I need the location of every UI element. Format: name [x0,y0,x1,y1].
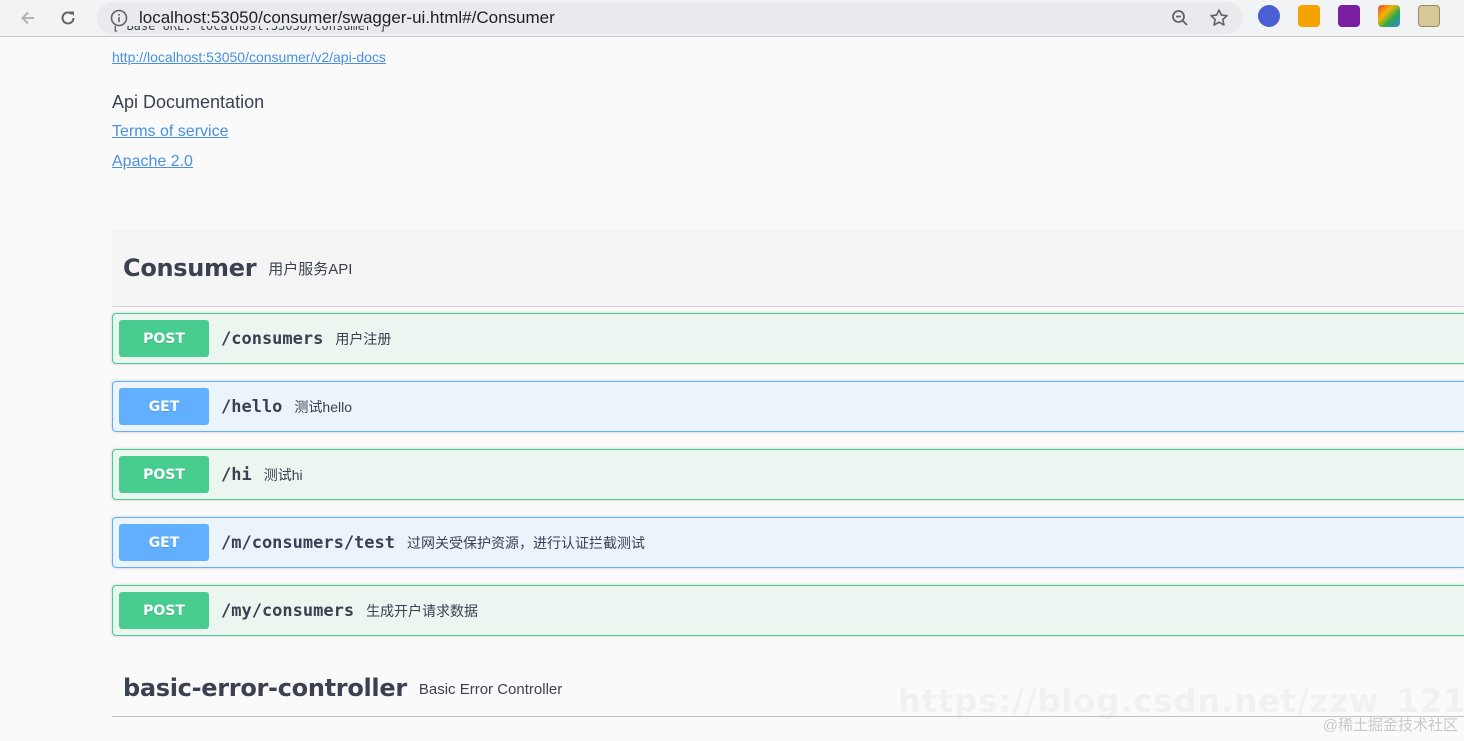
extension-rss-icon[interactable] [1298,5,1320,27]
reload-icon[interactable] [54,4,82,32]
tag-description: Basic Error Controller [418,680,563,698]
operation-summary: 生成开户请求数据 [366,602,479,619]
back-arrow-icon[interactable] [14,4,42,32]
tag-name: basic-error-controller [123,674,407,702]
method-badge: GET [119,388,209,425]
operation-summary: 测试hi [263,466,303,483]
watermark: @稀土掘金技术社区 [1322,717,1458,734]
operation-post-consumers[interactable]: POST /consumers 用户注册 [112,313,1464,364]
method-badge: GET [119,524,209,561]
tag-consumer-header[interactable]: Consumer 用户服务API [112,229,1464,307]
info-icon[interactable] [109,8,129,28]
method-badge: POST [119,456,209,493]
tag-description: 用户服务API [268,261,353,278]
operation-get-m-consumers-test[interactable]: GET /m/consumers/test 过网关受保护资源，进行认证拦截测试 [112,517,1464,568]
operation-post-hi[interactable]: POST /hi 测试hi [112,449,1464,500]
operation-summary: 测试hello [294,398,353,415]
api-description-title: Api Documentation [112,92,265,112]
extension-rp-icon[interactable] [1338,5,1360,27]
extension-check-icon[interactable] [1258,5,1280,27]
operation-path: /hello [221,396,283,417]
terms-of-service-link[interactable]: Terms of service [112,123,228,141]
operation-path: /consumers [221,328,324,349]
license-link[interactable]: Apache 2.0 [112,153,193,171]
extension-colorful-icon[interactable] [1378,5,1400,27]
operation-path: /hi [221,464,252,485]
bookmark-star-icon[interactable] [1208,7,1230,29]
operation-post-my-consumers[interactable]: POST /my/consumers 生成开户请求数据 [112,585,1464,636]
method-badge: POST [119,320,209,357]
operation-get-hello[interactable]: GET /hello 测试hello [112,381,1464,432]
operation-path: /my/consumers [221,600,355,621]
operation-summary: 过网关受保护资源，进行认证拦截测试 [407,534,645,551]
tag-name: Consumer [123,253,257,282]
method-badge: POST [119,592,209,629]
operation-summary: 用户注册 [335,330,392,347]
operation-path: /m/consumers/test [221,532,395,553]
extension-image-icon[interactable] [1418,5,1440,27]
zoom-icon[interactable] [1169,7,1191,29]
base-url-text: [ Base URL: localhost:53050/consumer ] [112,26,387,33]
api-docs-link[interactable]: http://localhost:53050/consumer/v2/api-d… [112,49,386,65]
